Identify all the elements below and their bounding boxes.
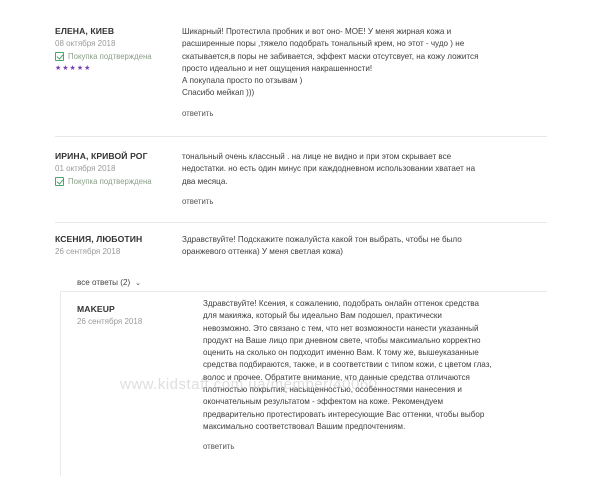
review-date: 01 октября 2018 bbox=[55, 164, 116, 173]
review-text: Здравствуйте! Подскажите пожалуйста како… bbox=[182, 234, 542, 259]
review-text-line: недостатки. но есть один минус при каждо… bbox=[182, 164, 476, 174]
reply-link[interactable]: ответить bbox=[182, 197, 213, 206]
answer-text-line: плотностью покрытия, насыщенностью, особ… bbox=[203, 385, 462, 395]
review-meta: ЕЛЕНА, КИЕВ 08 октября 2018 Покупка подт… bbox=[55, 26, 180, 72]
purchase-verified-label: Покупка подтверждена bbox=[68, 52, 152, 61]
answer-text-line: волос и прочее. Обратите внимание, что д… bbox=[203, 372, 470, 382]
review-date: 08 октября 2018 bbox=[55, 39, 116, 48]
divider bbox=[55, 222, 547, 223]
answer-text-line: для макияжа, который бы идеально Вам под… bbox=[203, 311, 442, 321]
divider bbox=[55, 136, 547, 137]
answer-body: Здравствуйте! Ксения, к сожалению, подоб… bbox=[203, 298, 548, 454]
review-text-line: скатывается,в поры не забивается, эффект… bbox=[182, 51, 479, 61]
answer-text-line: средства подбираются, также, и в соответ… bbox=[203, 360, 492, 370]
answer-text: Здравствуйте! Ксения, к сожалению, подоб… bbox=[203, 298, 548, 433]
review-meta: КСЕНИЯ, ЛЮБОТИН 26 сентября 2018 bbox=[55, 234, 180, 256]
review-body: Шикарный! Протестила пробник и вот оно- … bbox=[182, 26, 542, 121]
review-text-line: расширенные поры ,тяжело подобрать тонал… bbox=[182, 39, 465, 49]
review-text-line: Спасибо мейкап ))) bbox=[182, 88, 255, 98]
review-text: Шикарный! Протестила пробник и вот оно- … bbox=[182, 26, 542, 100]
review-author: ЕЛЕНА, КИЕВ bbox=[55, 26, 115, 36]
answer-author: MAKEUP bbox=[77, 304, 115, 314]
answer-date: 26 сентября 2018 bbox=[77, 317, 143, 326]
purchase-verified-badge: Покупка подтверждена bbox=[55, 177, 180, 186]
review-text-line: Шикарный! Протестила пробник и вот оно- … bbox=[182, 27, 452, 36]
checkmark-icon bbox=[55, 52, 64, 61]
review-body: Здравствуйте! Подскажите пожалуйста како… bbox=[182, 234, 542, 259]
purchase-verified-label: Покупка подтверждена bbox=[68, 177, 152, 186]
answer-text-line: Здравствуйте! Ксения, к сожалению, подоб… bbox=[203, 299, 480, 308]
review-text-line: оранжевого оттенка) У меня светлая кожа) bbox=[182, 247, 343, 257]
rating-stars: ★★★★★ bbox=[55, 65, 92, 72]
reply-link[interactable]: ответить bbox=[203, 442, 234, 451]
review-author: КСЕНИЯ, ЛЮБОТИН bbox=[55, 234, 143, 244]
review-date: 26 сентября 2018 bbox=[55, 247, 121, 256]
checkmark-icon bbox=[55, 177, 64, 186]
answer-text-line: невозможно. Это связано с тем, что нет в… bbox=[203, 323, 479, 333]
answer-meta: MAKEUP 26 сентября 2018 bbox=[77, 304, 192, 326]
review-body: тональный очень классный . на лице не ви… bbox=[182, 151, 542, 209]
answer-text-line: предварительно протестировать интересующ… bbox=[203, 409, 485, 419]
review-author: ИРИНА, КРИВОЙ РОГ bbox=[55, 151, 148, 161]
all-answers-toggle[interactable]: все ответы (2) ⌄ bbox=[77, 278, 141, 287]
review-text-line: просто идеально и нет ощущения накрашенн… bbox=[182, 63, 373, 73]
answer-text-line: продукт на Ваше лицо при дневном свете, … bbox=[203, 335, 481, 345]
answer-text-line: окончательным результатом - эффектом на … bbox=[203, 397, 444, 407]
reply-link[interactable]: ответить bbox=[182, 109, 213, 118]
chevron-down-icon: ⌄ bbox=[135, 279, 142, 287]
purchase-verified-badge: Покупка подтверждена bbox=[55, 52, 180, 61]
review-text: тональный очень классный . на лице не ви… bbox=[182, 151, 542, 188]
review-meta: ИРИНА, КРИВОЙ РОГ 01 октября 2018 Покупк… bbox=[55, 151, 180, 186]
review-text-line: Здравствуйте! Подскажите пожалуйста како… bbox=[182, 235, 462, 244]
review-text-line: А покупала просто по отзывам ) bbox=[182, 76, 303, 86]
review-text-line: тональный очень классный . на лице не ви… bbox=[182, 152, 452, 161]
review-text-line: два месяца. bbox=[182, 176, 228, 186]
answer-text-line: оценить на сколько он подходит именно Ва… bbox=[203, 348, 479, 358]
all-answers-label: все ответы (2) bbox=[77, 278, 131, 287]
answer-text-line: максимально соответствовал Вашим предпоч… bbox=[203, 421, 406, 431]
